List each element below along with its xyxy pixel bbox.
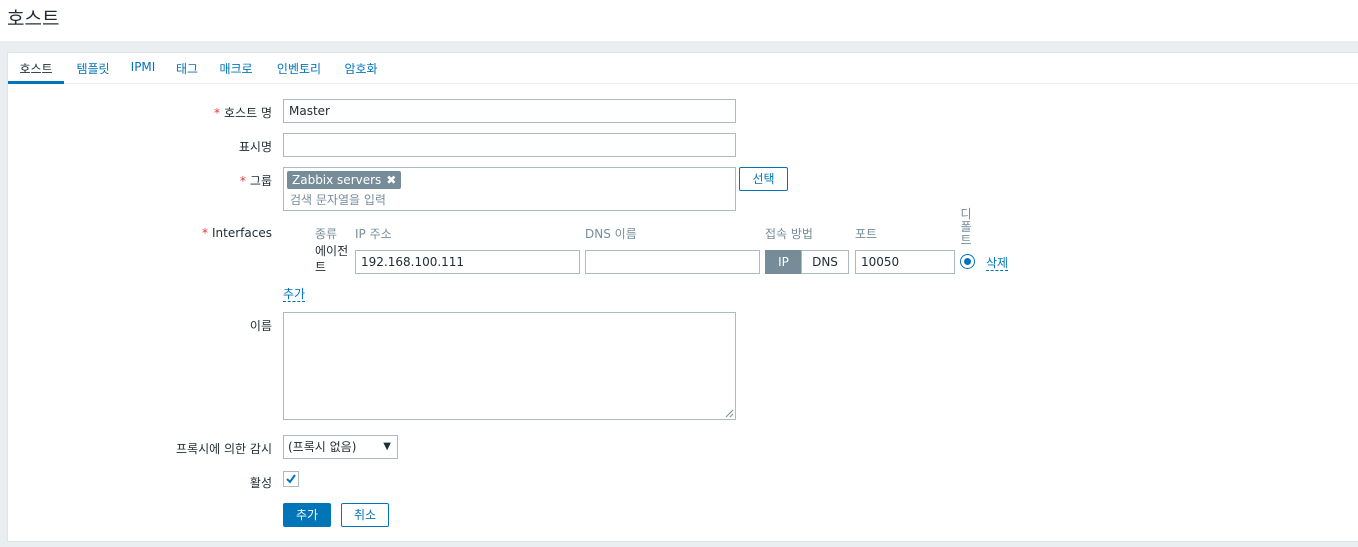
host-name-input[interactable]: Master	[283, 99, 736, 123]
interface-ip-header: IP 주소	[355, 227, 392, 241]
cancel-button[interactable]: 취소	[341, 503, 389, 527]
checkmark-icon	[286, 474, 296, 484]
add-interface-link[interactable]: 추가	[283, 287, 306, 302]
tab-encryption[interactable]: 암호화	[339, 53, 383, 84]
tab-templates[interactable]: 템플릿	[70, 53, 116, 84]
host-form-container: 호스트 템플릿 IPMI 태그 매크로 인벤토리 암호화 * 호스트 명 Mast…	[7, 52, 1358, 542]
tab-tags[interactable]: 태그	[171, 53, 203, 84]
default-interface-radio[interactable]	[960, 254, 975, 269]
add-host-button[interactable]: 추가	[283, 503, 331, 527]
enabled-checkbox[interactable]	[283, 471, 299, 487]
tab-macros[interactable]: 매크로	[216, 53, 256, 84]
proxy-label: 프록시에 의한 감시	[176, 442, 272, 456]
required-mark: *	[214, 106, 221, 120]
host-name-label: * 호스트 명	[214, 106, 272, 120]
interface-ip-input[interactable]: 192.168.100.111	[355, 250, 580, 274]
remove-icon[interactable]: ✖	[386, 171, 396, 189]
interface-connect-header: 접속 방법	[765, 227, 813, 241]
visible-name-input[interactable]	[283, 133, 736, 157]
required-mark: *	[239, 174, 246, 188]
group-chip-label: Zabbix servers	[292, 173, 382, 187]
visible-name-label: 표시명	[238, 140, 272, 154]
description-textarea[interactable]	[283, 312, 736, 420]
page-header: 호스트	[0, 0, 1358, 41]
tab-inventory[interactable]: 인벤토리	[272, 53, 326, 84]
chevron-down-icon: ▼	[383, 441, 391, 452]
interface-port-header: 포트	[855, 227, 878, 241]
interface-port-input[interactable]: 10050	[855, 250, 955, 274]
connect-ip-toggle[interactable]: IP	[765, 250, 802, 274]
groups-label: * 그룹	[239, 174, 272, 188]
resize-grip-icon[interactable]	[725, 409, 734, 418]
groups-multiselect[interactable]: Zabbix servers ✖ 검색 문자열을 입력	[283, 167, 736, 211]
interface-type-header: 종류	[315, 227, 338, 241]
required-mark: *	[202, 226, 209, 240]
interface-dns-header: DNS 이름	[585, 227, 637, 241]
description-label: 이름	[249, 319, 272, 333]
proxy-select[interactable]: (프록시 없음) ▼	[283, 435, 398, 459]
remove-interface-link[interactable]: 삭제	[986, 256, 1009, 271]
interface-dns-input[interactable]	[585, 250, 760, 274]
select-groups-button[interactable]: 선택	[739, 167, 788, 191]
interfaces-label: * Interfaces	[202, 226, 272, 240]
tab-ipmi[interactable]: IPMI	[126, 53, 160, 84]
group-chip: Zabbix servers ✖	[287, 171, 402, 189]
page-title: 호스트	[7, 8, 60, 30]
tab-bar: 호스트 템플릿 IPMI 태그 매크로 인벤토리 암호화	[8, 53, 1358, 84]
interface-type-agent: 에이전트	[315, 244, 349, 274]
tab-host[interactable]: 호스트	[8, 53, 64, 84]
interface-default-header: 디폴트	[960, 207, 972, 247]
proxy-select-value: (프록시 없음)	[288, 440, 357, 454]
enabled-label: 활성	[249, 476, 272, 490]
connect-dns-toggle[interactable]: DNS	[801, 250, 849, 274]
groups-search-placeholder[interactable]: 검색 문자열을 입력	[290, 191, 386, 208]
